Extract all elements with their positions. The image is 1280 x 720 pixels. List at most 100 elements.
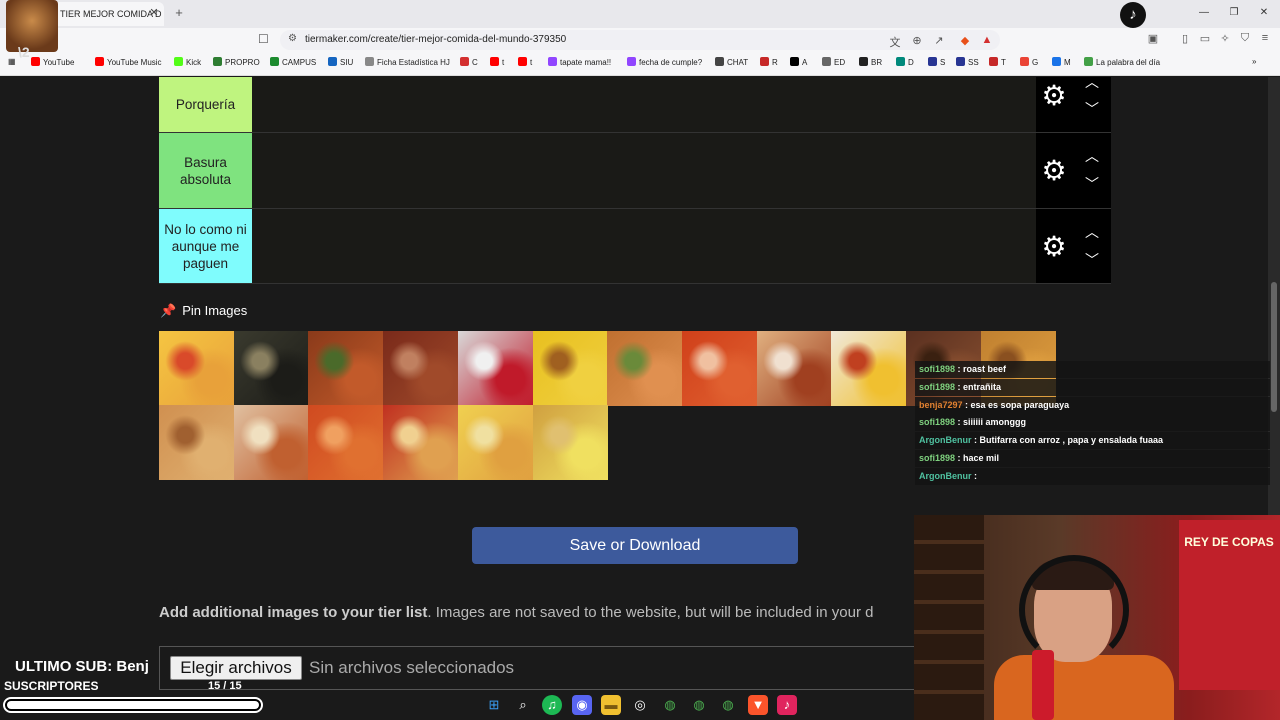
bookmark-item[interactable]: R (760, 57, 778, 67)
bookmark-item[interactable]: YouTube (31, 57, 74, 67)
chrome-profile-icon[interactable]: ◍ (689, 695, 709, 715)
move-up-icon[interactable]: ︿ (1084, 74, 1100, 90)
share-icon[interactable]: ↗ (932, 34, 946, 47)
save-download-button[interactable]: Save or Download (472, 527, 798, 564)
more-bookmarks-icon[interactable]: » (1252, 57, 1256, 66)
windows-start-icon[interactable]: ⊞ (484, 695, 504, 715)
food-image-chicken-wings[interactable] (308, 331, 384, 406)
tier-drop-zone[interactable] (252, 133, 1035, 208)
obs-icon[interactable]: ◎ (630, 695, 650, 715)
food-image-bacon-dates[interactable] (383, 331, 459, 406)
food-image-milanesa[interactable] (532, 405, 608, 480)
leo-icon[interactable]: ✧ (1218, 32, 1232, 45)
bookmark-item[interactable]: t (490, 57, 504, 67)
tier-label[interactable]: No lo como ni aunque me paguen (159, 209, 252, 283)
bookmark-item[interactable]: tapate mama!! (548, 57, 611, 67)
food-image-gazpacho[interactable] (681, 331, 757, 406)
bookmark-item[interactable]: C (460, 57, 478, 67)
food-image-hotdog[interactable] (756, 331, 832, 406)
food-image-breadsticks[interactable] (159, 405, 234, 480)
bookmark-item[interactable]: PROPRO (213, 57, 260, 67)
bookmark-item[interactable]: SS (956, 57, 979, 67)
food-image-paella[interactable] (532, 331, 608, 406)
scroll-thumb[interactable] (1271, 282, 1277, 412)
close-tab-icon[interactable]: ✕ (148, 6, 160, 20)
minimize-icon[interactable]: — (1196, 6, 1212, 20)
bookmark-icon[interactable]: ☐ (258, 32, 269, 46)
gear-icon[interactable]: ⚙ (1040, 233, 1068, 261)
sidebar-icon[interactable]: ▯ (1178, 32, 1192, 45)
food-image-pepperoni-pizza[interactable] (383, 405, 459, 480)
bookmark-item[interactable]: Kick (174, 57, 201, 67)
translate-icon[interactable]: 文 (888, 34, 902, 50)
bookmark-label: SS (968, 58, 979, 67)
move-up-icon[interactable]: ︿ (1084, 148, 1100, 164)
food-image-cherry-candy[interactable] (457, 331, 533, 406)
move-up-icon[interactable]: ︿ (1084, 224, 1100, 240)
bookmark-item[interactable]: BR (859, 57, 882, 67)
url-bar[interactable]: ⚙ tiermaker.com/create/tier-mejor-comida… (280, 30, 1000, 50)
rewards-icon[interactable]: ▲ (980, 34, 994, 46)
apps-icon[interactable]: ▦ (8, 57, 16, 66)
chat-message: ArgonBenur : (915, 467, 1270, 485)
move-down-icon[interactable]: ﹀ (1084, 176, 1100, 192)
brave-icon[interactable]: ▼ (748, 695, 768, 715)
bookmark-item[interactable]: fecha de cumple? (627, 57, 702, 67)
tiktok-app-icon[interactable]: ♪ (777, 695, 797, 715)
chrome-profile-2-icon[interactable]: ◍ (718, 695, 738, 715)
tier-label[interactable]: Porquería (159, 77, 252, 132)
file-explorer-icon[interactable]: ▬ (601, 695, 621, 715)
zoom-icon[interactable]: ⊕ (910, 34, 924, 47)
food-image-eggs-bacon[interactable] (831, 331, 907, 406)
move-down-icon[interactable]: ﹀ (1084, 252, 1100, 268)
bookmark-item[interactable]: CHAT (715, 57, 748, 67)
bookmark-item[interactable]: S (928, 57, 945, 67)
bookmark-item[interactable]: M (1052, 57, 1071, 67)
chat-username: sofi1898 (919, 453, 956, 463)
bookmark-item[interactable]: CAMPUS (270, 57, 316, 67)
food-image-pineapple-pizza[interactable] (457, 405, 533, 480)
food-image-pizza-squares[interactable] (308, 405, 384, 480)
food-image-lasagna[interactable] (233, 405, 309, 480)
chat-username: sofi1898 (919, 364, 956, 374)
chrome-icon[interactable]: ◍ (660, 695, 680, 715)
bookmark-item[interactable]: G (1020, 57, 1038, 67)
bookmark-label: SIU (340, 58, 354, 67)
gear-icon[interactable]: ⚙ (1040, 157, 1068, 185)
gear-icon[interactable]: ⚙ (1040, 82, 1068, 110)
brave-shield-icon[interactable]: ◆ (958, 34, 972, 47)
menu-icon[interactable]: ≡ (1258, 32, 1272, 44)
discord-icon[interactable]: ◉ (572, 695, 592, 715)
bookmark-item[interactable]: SIU (328, 57, 353, 67)
tier-drop-zone[interactable] (252, 209, 1035, 283)
bookmark-item[interactable]: A (790, 57, 807, 67)
vpn-icon[interactable]: ⛉ (1238, 32, 1252, 45)
extensions-icon[interactable]: ▣ (1146, 32, 1160, 45)
food-image-pizza-pineapple[interactable] (159, 331, 234, 406)
bookmark-label: BR (871, 58, 883, 67)
bookmark-item[interactable]: ED (822, 57, 845, 67)
tab-title: TIER MEJOR COMIDA D (60, 9, 162, 19)
bookmark-item[interactable]: La palabra del día (1084, 57, 1160, 67)
move-down-icon[interactable]: ﹀ (1084, 101, 1100, 117)
bookmark-item[interactable]: Ficha Estadística HJ (365, 57, 450, 67)
chat-username: ArgonBenur (919, 435, 972, 446)
choose-files-button[interactable]: Elegir archivos (170, 656, 302, 680)
bookmark-item[interactable]: T (989, 57, 1006, 67)
bookmark-item[interactable]: D (896, 57, 914, 67)
food-image-grilled-chicken[interactable] (607, 331, 683, 406)
tier-label[interactable]: Basura absoluta (159, 133, 252, 208)
search-icon[interactable]: ⌕ (513, 695, 533, 715)
site-info-icon[interactable]: ⚙ (288, 33, 297, 44)
bookmark-item[interactable]: t (518, 57, 532, 67)
restore-icon[interactable]: ❐ (1226, 6, 1242, 20)
food-image-dark-dish[interactable] (233, 331, 309, 406)
chat-username: benja7297 (919, 399, 963, 410)
wallet-icon[interactable]: ▭ (1198, 32, 1212, 45)
bookmark-item[interactable]: YouTube Music (95, 57, 162, 67)
new-tab-icon[interactable]: + (172, 5, 186, 21)
tier-drop-zone[interactable] (252, 77, 1035, 132)
close-window-icon[interactable]: ✕ (1256, 6, 1272, 20)
spotify-icon[interactable]: ♫ (542, 695, 562, 715)
bookmark-favicon-icon (956, 57, 965, 66)
